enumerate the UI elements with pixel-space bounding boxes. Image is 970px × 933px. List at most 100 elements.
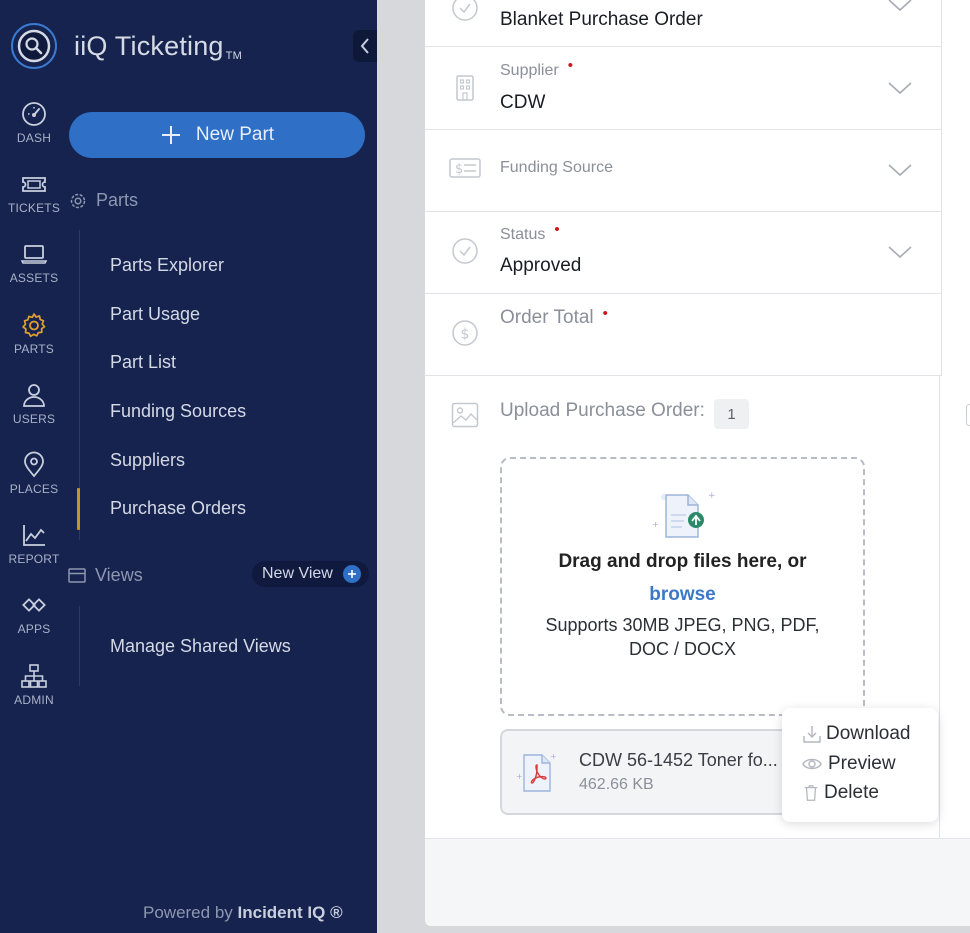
rail-item-tickets[interactable]: TICKETS	[0, 170, 68, 236]
file-dropzone[interactable]: + + Drag and drop files here, or browse …	[500, 457, 865, 716]
dropzone-supported-types: Supports 30MB JPEG, PNG, PDF, DOC / DOCX	[545, 615, 820, 659]
rail-item-places[interactable]: PLACES	[0, 451, 68, 517]
building-icon	[456, 75, 474, 101]
panel-footer	[425, 838, 970, 926]
views-section-header[interactable]: Views	[67, 565, 143, 586]
svg-text:$: $	[455, 162, 463, 177]
view-panel-icon	[68, 567, 86, 583]
pdf-file-icon: + +	[516, 752, 557, 792]
delete-menu-item[interactable]: Delete	[802, 782, 879, 804]
views-tree-line	[79, 606, 80, 686]
collapse-sidebar-button[interactable]	[353, 30, 377, 62]
file-actions-menu: Download Preview Delete	[782, 708, 938, 822]
active-indicator	[77, 488, 80, 530]
upload-label: Upload Purchase Order:	[500, 400, 705, 421]
order-type-field[interactable]: Blanket Purchase Order	[425, 0, 942, 47]
order-total-field[interactable]: $ Order Total •	[425, 294, 942, 376]
trash-icon	[804, 785, 818, 801]
dollar-circle-icon: $	[452, 320, 478, 346]
uploaded-file-card[interactable]: + + CDW 56-1452 Toner fo... 462.66 KB	[500, 729, 800, 815]
new-view-button[interactable]: New View	[252, 561, 369, 587]
download-menu-item[interactable]: Download	[802, 723, 911, 745]
nav-part-list[interactable]: Part List	[110, 352, 176, 373]
rail-label: TICKETS	[7, 201, 61, 215]
status-field[interactable]: Status • Approved	[425, 212, 942, 294]
image-icon	[451, 402, 479, 428]
rail-item-assets[interactable]: ASSETS	[0, 240, 68, 306]
user-icon	[23, 384, 45, 407]
chart-icon	[23, 525, 45, 546]
chevron-down-icon[interactable]	[887, 162, 913, 178]
rail-item-dash[interactable]: DASH	[0, 100, 68, 166]
rail-label: APPS	[17, 622, 51, 636]
upload-count-badge: 1	[714, 399, 749, 429]
status-value: Approved	[500, 255, 582, 276]
app-logo[interactable]: iiQ Ticketing TM	[10, 22, 242, 70]
required-marker: •	[554, 221, 560, 238]
adjacent-column-edge	[966, 404, 970, 426]
gear-icon	[22, 313, 46, 338]
funding-source-field[interactable]: $ Funding Source	[425, 130, 942, 212]
new-part-button[interactable]: New Part	[69, 112, 365, 158]
new-view-label: New View	[262, 565, 333, 582]
file-size: 462.66 KB	[579, 776, 654, 793]
sidebar: iiQ Ticketing TM DASH TICKETS ASSETS PART…	[0, 0, 377, 933]
parts-section-header[interactable]: Parts	[68, 190, 138, 211]
rail-label: PLACES	[9, 482, 59, 496]
svg-text:$: $	[461, 327, 470, 343]
plus-icon	[342, 565, 361, 583]
file-upload-icon: + +	[652, 491, 716, 538]
nav-parts-explorer[interactable]: Parts Explorer	[110, 255, 224, 276]
nav-suppliers[interactable]: Suppliers	[110, 450, 185, 471]
download-icon	[803, 726, 821, 743]
dropzone-instructions: Drag and drop files here, or	[558, 551, 807, 572]
ticket-icon	[22, 177, 46, 192]
rail-label: USERS	[12, 412, 56, 426]
chevron-down-icon[interactable]	[887, 80, 913, 96]
status-label: Status •	[500, 221, 560, 243]
new-part-label: New Part	[195, 124, 275, 145]
rail-label: ASSETS	[9, 271, 59, 285]
rail-item-report[interactable]: REPORT	[0, 521, 68, 587]
order-type-value: Blanket Purchase Order	[500, 9, 703, 30]
parts-section-title: Parts	[96, 190, 139, 210]
org-chart-icon	[21, 664, 47, 688]
map-pin-icon	[24, 451, 44, 478]
dashboard-icon	[22, 102, 46, 126]
rail-label: DASH	[16, 131, 52, 145]
chevron-down-icon[interactable]	[887, 0, 913, 13]
rail-label: REPORT	[8, 552, 60, 566]
svg-text:+: +	[516, 772, 523, 781]
required-marker: •	[567, 57, 573, 74]
order-total-label: Order Total •	[500, 305, 608, 328]
nav-part-usage[interactable]: Part Usage	[110, 304, 200, 325]
supplier-value: CDW	[500, 92, 546, 113]
powered-by: Powered by Incident IQ ®	[143, 903, 343, 922]
svg-text:+: +	[550, 752, 557, 761]
views-section-title: Views	[95, 565, 143, 585]
rail-item-admin[interactable]: ADMIN	[0, 662, 68, 728]
nav-funding-sources[interactable]: Funding Sources	[110, 401, 246, 422]
nav-purchase-orders[interactable]: Purchase Orders	[110, 498, 246, 519]
svg-text:+: +	[708, 491, 716, 501]
preview-menu-item[interactable]: Preview	[802, 753, 896, 775]
plus-icon	[161, 126, 180, 144]
funding-source-label: Funding Source	[500, 159, 613, 176]
chevron-down-icon[interactable]	[887, 244, 913, 260]
rail-label: ADMIN	[14, 693, 54, 707]
rail-item-users[interactable]: USERS	[0, 381, 68, 447]
rail-item-apps[interactable]: APPS	[0, 591, 68, 657]
check-circle-icon	[452, 238, 478, 264]
supplier-label: Supplier •	[500, 57, 573, 79]
browse-link[interactable]: browse	[502, 584, 863, 606]
rail-item-parts[interactable]: PARTS	[0, 311, 68, 377]
supplier-field[interactable]: Supplier • CDW	[425, 47, 942, 130]
rail-label: PARTS	[14, 342, 54, 356]
eye-icon	[802, 758, 822, 770]
laptop-icon	[20, 245, 48, 264]
apps-icon	[22, 598, 46, 612]
check-circle-icon	[452, 0, 478, 21]
chevron-left-icon	[360, 38, 369, 54]
gear-icon	[70, 193, 86, 208]
nav-manage-shared-views[interactable]: Manage Shared Views	[110, 636, 291, 657]
